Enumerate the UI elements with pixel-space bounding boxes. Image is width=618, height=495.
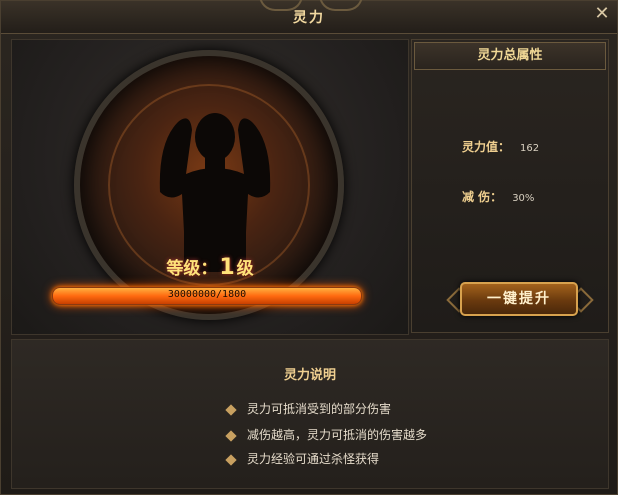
description-panel: 灵力说明 灵力可抵消受到的部分伤害 减伤越高，灵力可抵消的伤害越多 灵力经验可通… bbox=[11, 339, 609, 489]
description-item: 减伤越高，灵力可抵消的伤害越多 bbox=[225, 426, 428, 443]
description-title: 灵力说明 bbox=[283, 368, 336, 383]
close-button[interactable]: ✕ bbox=[593, 5, 611, 23]
diamond-bullet-icon bbox=[225, 453, 237, 466]
hero-panel: 等级：1 级 30000000/1800 bbox=[11, 39, 409, 335]
attribute-row-spirit-value: 灵力值： 162 bbox=[462, 138, 539, 155]
diamond-bullet-icon bbox=[225, 429, 237, 442]
title-bar: 灵力 ✕ bbox=[1, 0, 617, 34]
spirit-power-window: 灵力 ✕ 等级：1级 30000000/1800 灵力总属性 灵力值： 162 bbox=[0, 0, 618, 495]
level-label: 等级： bbox=[166, 259, 218, 279]
level-value: 1 bbox=[219, 255, 235, 280]
attribute-label: 减 伤： bbox=[462, 190, 503, 204]
attribute-row-damage-reduction: 减 伤： 30% bbox=[462, 188, 534, 205]
description-text: 减伤越高，灵力可抵消的伤害越多 bbox=[247, 428, 428, 442]
experience-text: 30000000/1800 bbox=[167, 289, 247, 300]
character-silhouette-icon bbox=[159, 113, 271, 272]
attribute-value: 162 bbox=[520, 143, 540, 154]
description-item: 灵力经验可通过杀怪获得 bbox=[225, 450, 380, 467]
one-click-upgrade-button[interactable]: 一键提升 bbox=[460, 282, 578, 316]
level-display: 等级：1 级 bbox=[12, 254, 408, 280]
level-unit: 级 bbox=[236, 259, 254, 279]
description-text: 灵力可抵消受到的部分伤害 bbox=[247, 402, 392, 416]
attribute-panel-header: 灵力总属性 bbox=[414, 42, 606, 70]
description-item: 灵力可抵消受到的部分伤害 bbox=[225, 400, 392, 417]
attribute-panel: 灵力总属性 灵力值： 162 减 伤： 30% 一键提升 bbox=[411, 39, 609, 333]
diamond-bullet-icon bbox=[225, 403, 237, 416]
attribute-label: 灵力值： bbox=[462, 140, 511, 154]
attribute-value: 30% bbox=[512, 193, 535, 204]
experience-bar: 30000000/1800 bbox=[52, 287, 362, 305]
window-title: 灵力 bbox=[293, 10, 325, 26]
description-text: 灵力经验可通过杀怪获得 bbox=[247, 452, 380, 466]
